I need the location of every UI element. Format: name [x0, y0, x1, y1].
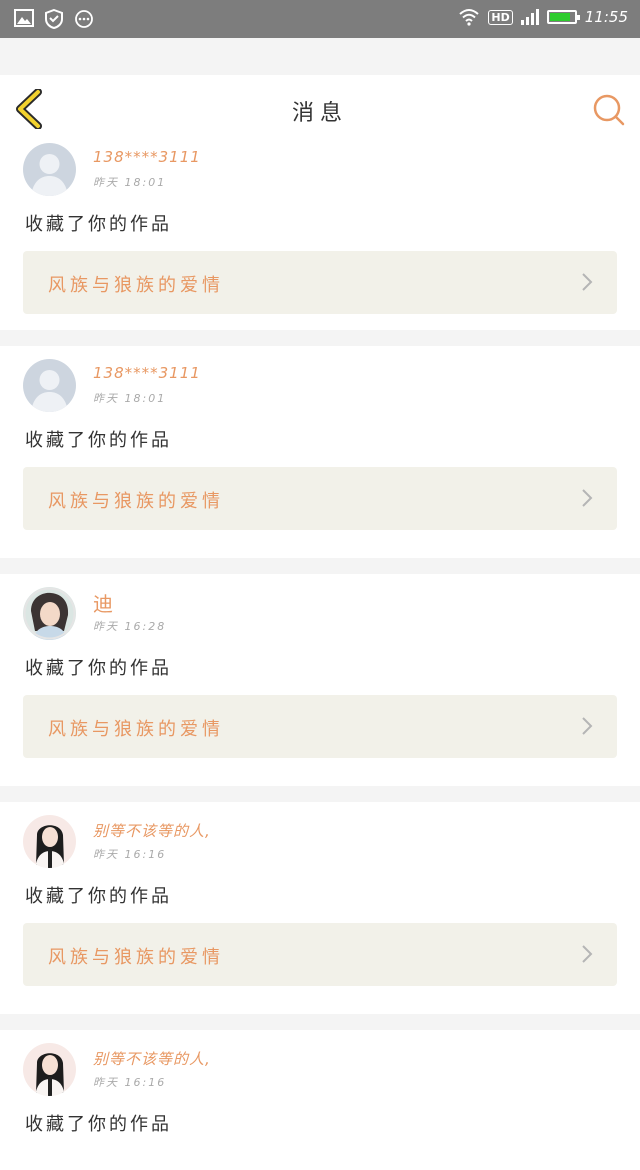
message-card: 138****3111 昨天 18:01 收藏了你的作品风族与狼族的爱情	[0, 346, 640, 558]
user-name[interactable]: 别等不该等的人,	[93, 1048, 211, 1069]
battery-icon	[546, 10, 580, 24]
battery-fill	[549, 13, 571, 21]
chevron-right-icon	[582, 273, 593, 291]
work-title: 风族与狼族的爱情	[48, 491, 224, 512]
user-name[interactable]: 别等不该等的人,	[93, 820, 211, 841]
chevron-right-icon	[582, 489, 593, 507]
avatar[interactable]	[23, 815, 76, 868]
avatar[interactable]	[23, 1043, 76, 1096]
work-link[interactable]: 风族与狼族的爱情	[23, 467, 617, 530]
message-card: 别等不该等的人, 昨天 16:16 收藏了你的作品	[0, 1030, 640, 1170]
message-action: 收藏了你的作品	[25, 886, 172, 907]
status-left-icons	[14, 9, 94, 29]
status-bar: HD 11:55	[0, 0, 640, 38]
message-card: 138****3111 昨天 18:01 收藏了你的作品风族与狼族的爱情	[0, 130, 640, 330]
search-icon	[593, 94, 625, 126]
message-card: 迪昨天 16:28 收藏了你的作品风族与狼族的爱情	[0, 574, 640, 786]
message-time: 昨天 18:01	[93, 176, 167, 189]
work-link[interactable]: 风族与狼族的爱情	[23, 251, 617, 314]
message-time: 昨天 16:28	[93, 620, 167, 633]
message-time: 昨天 16:16	[93, 848, 167, 861]
status-time: 11:55	[584, 8, 628, 26]
user-name[interactable]: 138****3111	[93, 148, 201, 166]
gallery-icon	[14, 9, 34, 27]
message-action: 收藏了你的作品	[25, 430, 172, 451]
work-title: 风族与狼族的爱情	[48, 275, 224, 296]
avatar[interactable]	[23, 587, 76, 640]
message-action: 收藏了你的作品	[25, 1114, 172, 1135]
signal-icon	[520, 9, 539, 25]
message-action: 收藏了你的作品	[25, 214, 172, 235]
work-title: 风族与狼族的爱情	[48, 719, 224, 740]
search-button[interactable]	[592, 93, 626, 127]
avatar[interactable]	[23, 359, 76, 412]
work-link[interactable]: 风族与狼族的爱情	[23, 695, 617, 758]
work-title: 风族与狼族的爱情	[48, 947, 224, 968]
work-link[interactable]: 风族与狼族的爱情	[23, 923, 617, 986]
more-dots-icon	[75, 10, 93, 28]
chevron-right-icon	[582, 945, 593, 963]
wifi-icon	[459, 9, 480, 26]
user-name[interactable]: 迪	[93, 588, 114, 617]
message-action: 收藏了你的作品	[25, 658, 172, 679]
message-card: 别等不该等的人, 昨天 16:16 收藏了你的作品风族与狼族的爱情	[0, 802, 640, 1014]
message-time: 昨天 18:01	[93, 392, 167, 405]
avatar[interactable]	[23, 143, 76, 196]
user-name[interactable]: 138****3111	[93, 364, 201, 382]
chevron-right-icon	[582, 717, 593, 735]
message-time: 昨天 16:16	[93, 1076, 167, 1089]
network-badge: HD	[488, 9, 513, 25]
page-title: 消息	[291, 101, 348, 126]
status-right-icons: HD 11:55	[458, 8, 628, 26]
shield-icon	[45, 9, 63, 29]
